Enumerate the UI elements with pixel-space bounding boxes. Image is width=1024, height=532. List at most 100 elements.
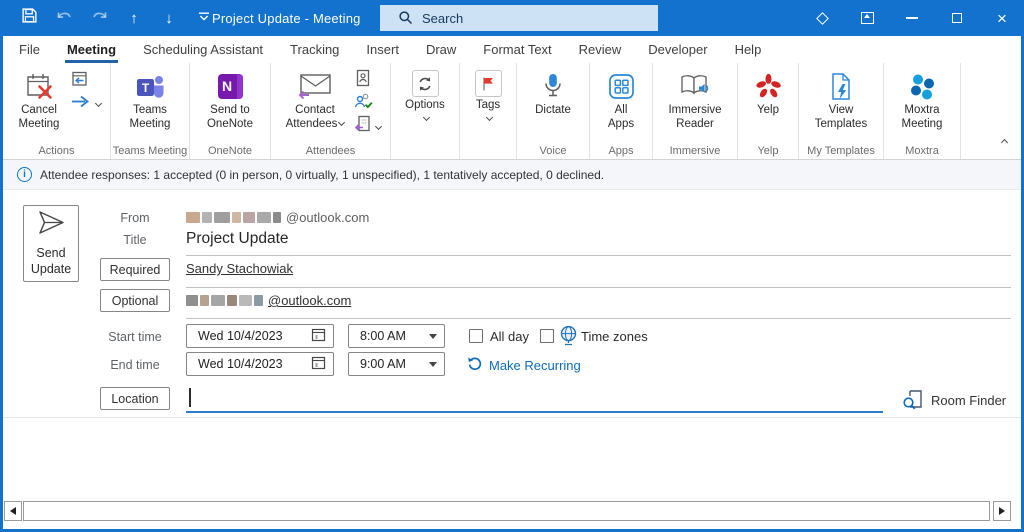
tab-help[interactable]: Help — [735, 36, 762, 63]
undo-button[interactable] — [55, 9, 73, 27]
tab-tracking[interactable]: Tracking — [290, 36, 339, 63]
send-to-onenote-button[interactable]: N Send to OneNote — [199, 68, 261, 132]
previous-item-button[interactable]: ↑ — [125, 9, 143, 27]
immersive-reader-icon — [679, 69, 711, 103]
start-time-value: 8:00 AM — [360, 329, 406, 343]
optional-button[interactable]: Optional — [100, 289, 170, 312]
globe-icon — [559, 325, 578, 351]
customize-toolbar-icon — [198, 9, 210, 27]
immersive-reader-button[interactable]: Immersive Reader — [662, 68, 728, 132]
forward-button[interactable] — [70, 94, 103, 113]
redacted-email — [186, 212, 281, 223]
view-templates-button[interactable]: View Templates — [808, 68, 874, 132]
ribbon-group-teams-meeting: T Teams Meeting Teams Meeting — [111, 63, 190, 159]
all-apps-button[interactable]: All Apps — [599, 68, 643, 132]
address-book-button[interactable] — [354, 69, 381, 90]
tab-scheduling-assistant[interactable]: Scheduling Assistant — [143, 36, 263, 63]
calendar-arrow-icon — [70, 69, 89, 93]
check-names-button[interactable] — [354, 92, 381, 115]
search-input[interactable]: Search — [380, 5, 658, 31]
minimize-button[interactable] — [904, 10, 920, 26]
end-date-picker[interactable]: Wed 10/4/2023 — [186, 352, 334, 376]
maximize-button[interactable] — [949, 10, 965, 26]
title-bar: ↑ ↓ Project Update - Meeting Search × — [3, 0, 1021, 36]
people-check-icon — [354, 92, 373, 115]
save-icon — [21, 7, 38, 29]
scroll-right-button[interactable] — [993, 501, 1011, 521]
optional-attendee[interactable]: @outlook.com — [186, 292, 351, 310]
up-arrow-icon: ↑ — [130, 9, 138, 27]
tab-developer[interactable]: Developer — [648, 36, 707, 63]
location-button[interactable]: Location — [100, 387, 170, 410]
response-options-icon — [354, 115, 371, 138]
required-attendee[interactable]: Sandy Stachowiak — [186, 261, 293, 276]
ribbon-group-attendees: Contact Attendees Attendees — [271, 63, 391, 159]
tab-draw[interactable]: Draw — [426, 36, 456, 63]
ribbon-group-apps: All Apps Apps — [590, 63, 653, 159]
divider — [186, 255, 1011, 256]
scrollbar-track[interactable] — [23, 501, 990, 521]
tab-review[interactable]: Review — [579, 36, 622, 63]
start-date-picker[interactable]: Wed 10/4/2023 — [186, 324, 334, 348]
customize-quick-access-button[interactable] — [195, 9, 213, 27]
location-input[interactable] — [186, 385, 883, 413]
collapse-ribbon-button[interactable] — [1000, 134, 1009, 152]
time-zones-checkbox[interactable] — [540, 329, 554, 343]
left-arrow-icon — [10, 507, 16, 515]
end-time-picker[interactable]: 9:00 AM — [348, 352, 445, 376]
room-finder-button[interactable]: Room Finder — [902, 388, 1006, 413]
copy-to-calendar-button[interactable] — [70, 71, 101, 90]
end-date-value: Wed 10/4/2023 — [198, 357, 283, 371]
tab-meeting[interactable]: Meeting — [64, 36, 119, 63]
cancel-meeting-button[interactable]: Cancel Meeting — [12, 68, 66, 132]
moxtra-icon — [908, 69, 937, 103]
window-title: Project Update - Meeting — [212, 10, 361, 26]
moxtra-meeting-button[interactable]: Moxtra Meeting — [893, 68, 951, 132]
title-input[interactable]: Project Update — [186, 230, 289, 248]
optional-domain: @outlook.com — [268, 293, 352, 308]
required-button[interactable]: Required — [100, 258, 170, 281]
contact-attendees-button[interactable]: Contact Attendees — [280, 68, 350, 132]
save-button[interactable] — [20, 7, 38, 29]
tab-insert[interactable]: Insert — [366, 36, 399, 63]
make-recurring-button[interactable]: Make Recurring — [466, 355, 581, 375]
options-icon — [411, 70, 439, 97]
scroll-left-button[interactable] — [4, 501, 22, 521]
send-update-button[interactable]: Send Update — [23, 205, 79, 282]
coming-soon-button[interactable] — [814, 10, 830, 26]
ribbon-group-tags: Tags — [460, 63, 517, 159]
tab-file[interactable]: File — [19, 36, 40, 63]
chevron-down-icon — [338, 118, 346, 126]
meeting-form: Send Update From @outlook.com Title Proj… — [3, 190, 1021, 418]
ribbon-group-my-templates: View Templates My Templates — [799, 63, 884, 159]
tags-button[interactable]: Tags — [469, 68, 507, 121]
cancel-meeting-icon — [24, 69, 54, 103]
attendee-responses-bar: i Attendee responses: 1 accepted (0 in p… — [3, 160, 1021, 190]
options-button[interactable]: Options — [400, 68, 450, 121]
right-arrow-icon — [999, 507, 1005, 515]
message-body[interactable] — [3, 418, 1021, 496]
send-icon — [36, 210, 66, 241]
all-day-checkbox[interactable] — [469, 329, 483, 343]
dropdown-arrow-icon — [429, 361, 437, 367]
diamond-icon — [815, 11, 829, 25]
teams-meeting-button[interactable]: T Teams Meeting — [120, 68, 180, 132]
template-page-icon — [829, 69, 853, 103]
start-time-picker[interactable]: 8:00 AM — [348, 324, 445, 348]
window-controls: × — [814, 0, 1010, 36]
calendar-icon — [311, 327, 326, 345]
close-button[interactable]: × — [994, 8, 1010, 28]
next-item-button[interactable]: ↓ — [160, 9, 178, 27]
redo-button[interactable] — [90, 9, 108, 27]
dictate-button[interactable]: Dictate — [526, 68, 580, 119]
close-icon: × — [997, 8, 1007, 28]
from-label: From — [120, 211, 150, 225]
ribbon-display-options-button[interactable] — [859, 10, 875, 26]
search-icon — [398, 10, 414, 29]
tab-format-text[interactable]: Format Text — [483, 36, 551, 63]
flag-icon — [474, 70, 502, 97]
info-icon: i — [17, 167, 32, 182]
yelp-button[interactable]: Yelp — [747, 68, 789, 119]
chevron-down-icon — [94, 99, 103, 108]
response-options-button[interactable] — [354, 115, 383, 138]
